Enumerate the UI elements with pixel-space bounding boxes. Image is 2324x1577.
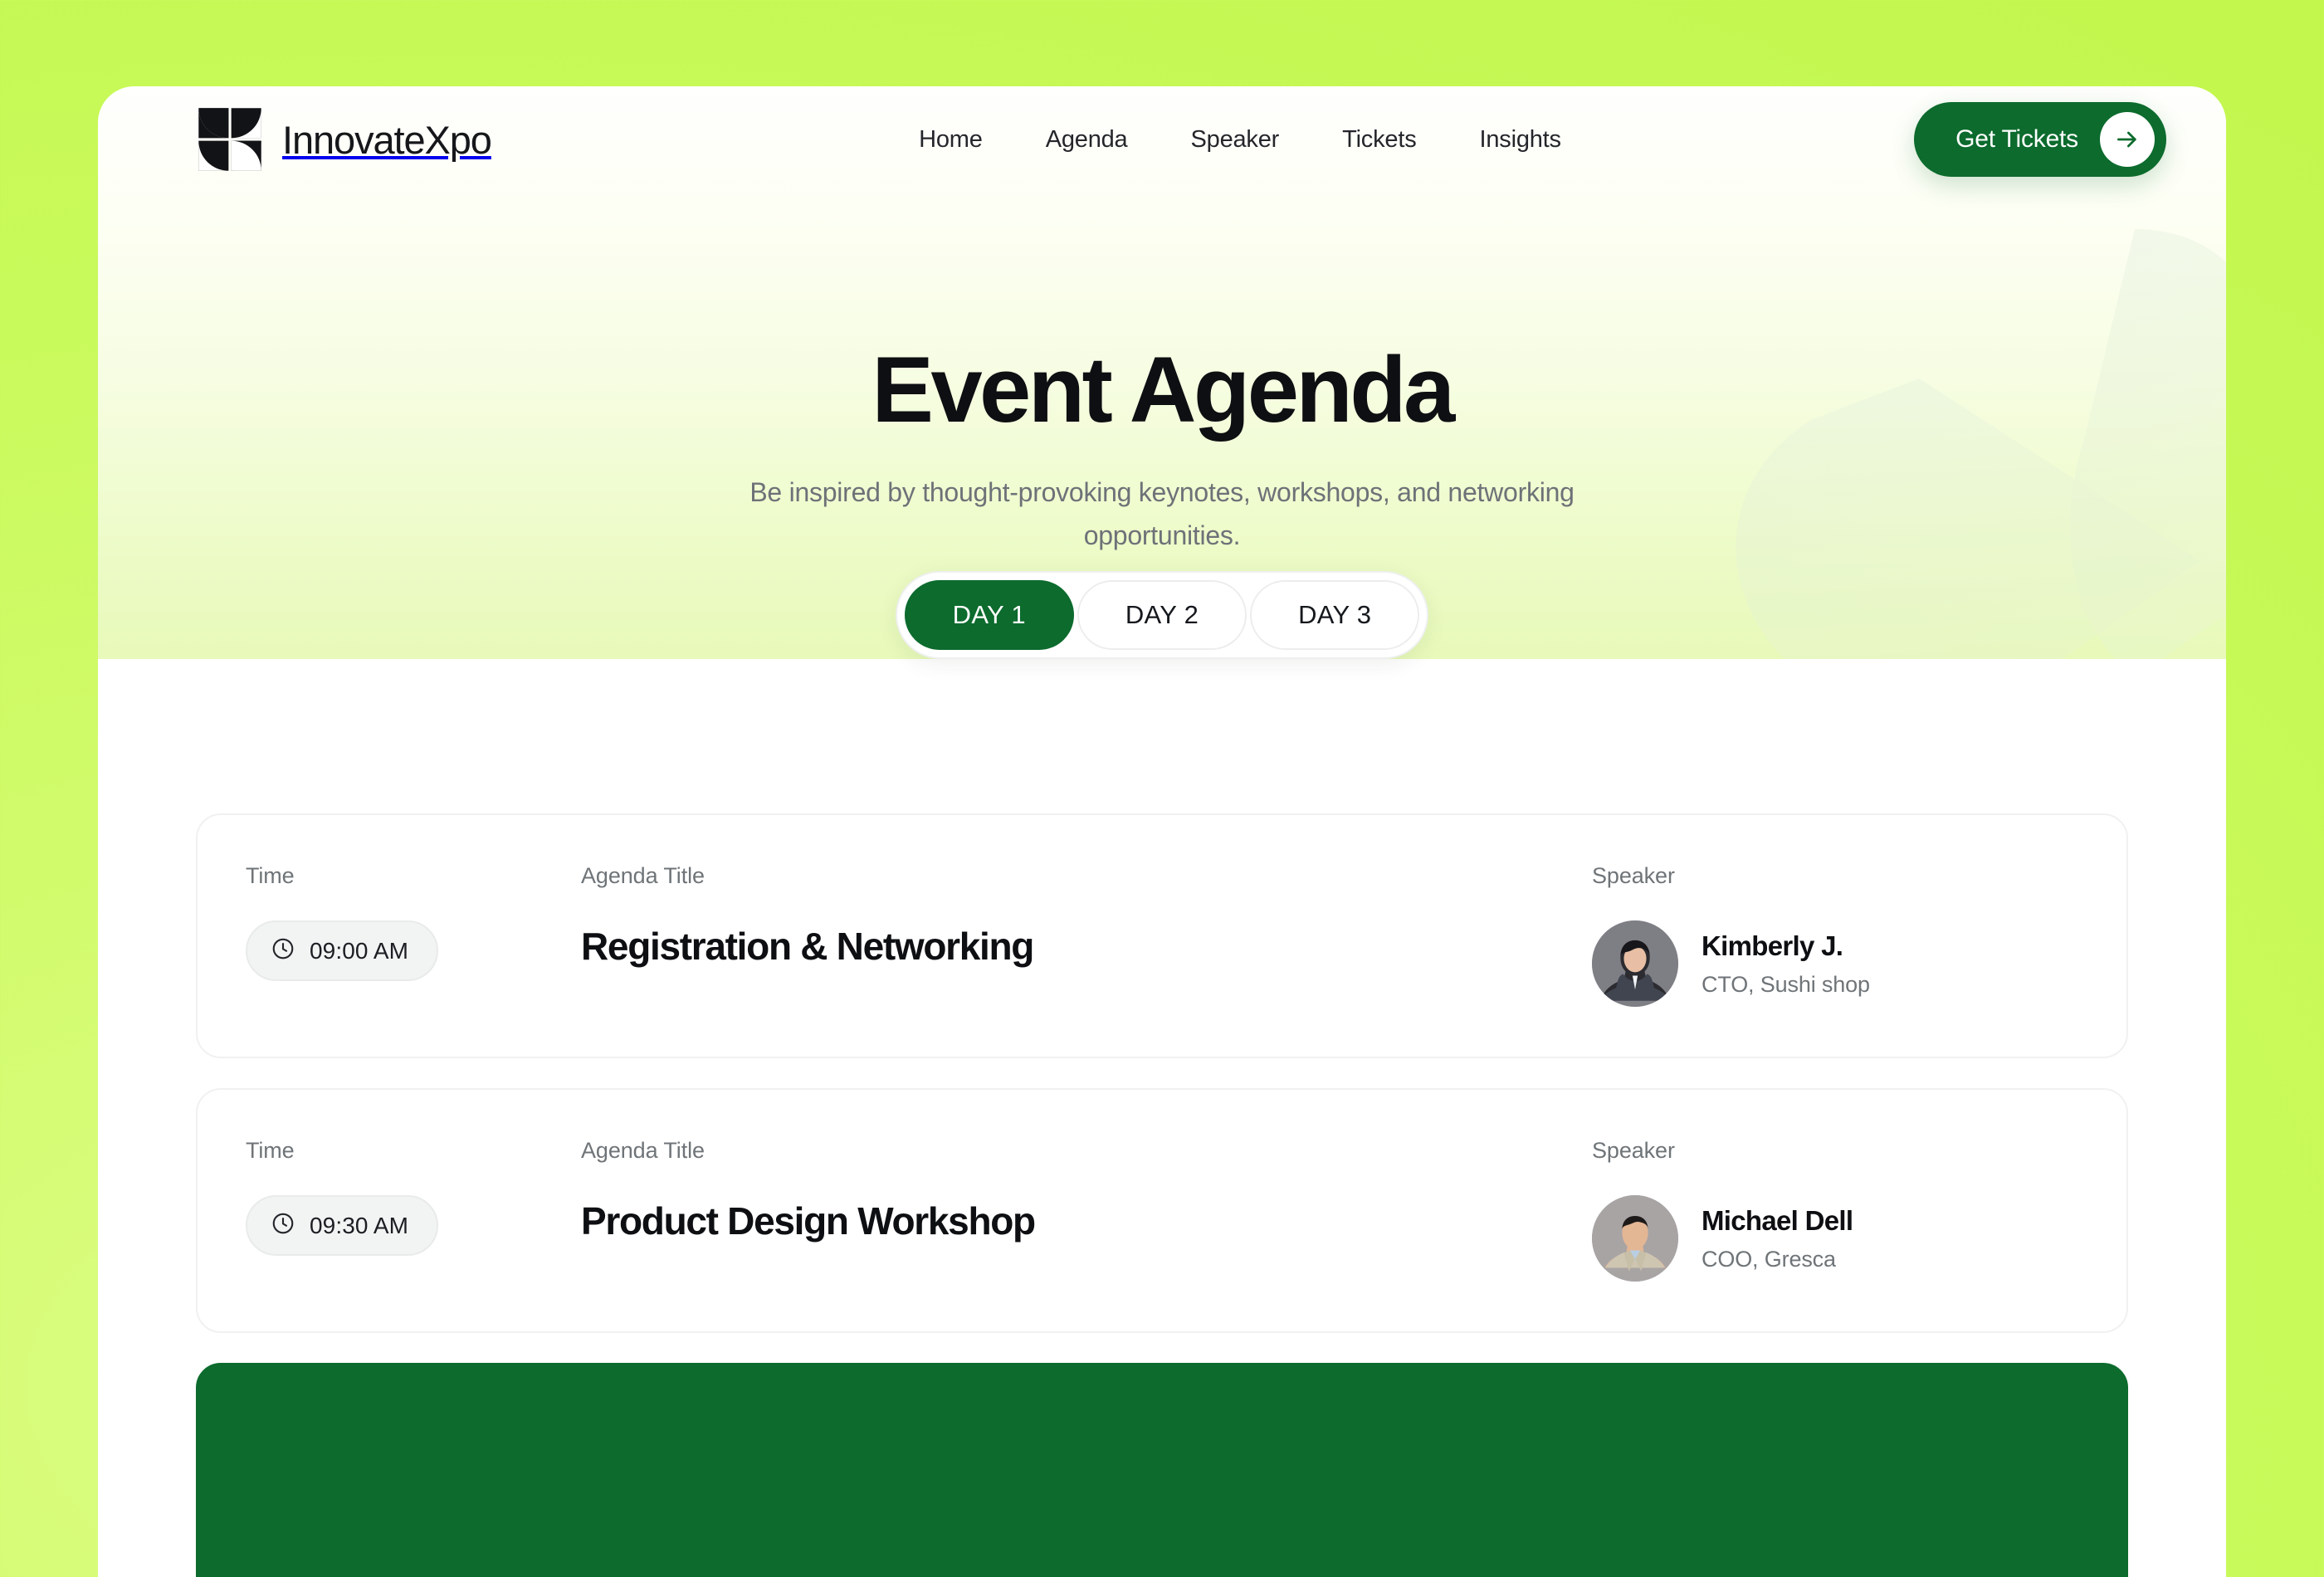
- pinwheel-flower-logo-icon: [198, 108, 261, 171]
- agenda-time-column: Time 09:00 AM: [246, 863, 581, 981]
- time-value: 09:00 AM: [310, 937, 409, 964]
- column-header-time: Time: [246, 863, 295, 888]
- avatar: [1592, 920, 1678, 1007]
- speaker-text: Kimberly J. CTO, Sushi shop: [1702, 930, 1870, 998]
- nav-item-insights[interactable]: Insights: [1448, 116, 1593, 164]
- get-tickets-label: Get Tickets: [1955, 125, 2078, 153]
- agenda-title-column: Agenda Title Product Design Workshop: [581, 1138, 1592, 1243]
- agenda-row[interactable]: Time 09:00 AM Agenda Title Registration …: [196, 813, 2128, 1058]
- column-header-speaker: Speaker: [1592, 863, 1675, 888]
- site-container: InnovateXpo Home Agenda Speaker Tickets …: [98, 86, 2226, 1577]
- column-header-agenda-title: Agenda Title: [581, 1138, 705, 1163]
- speaker-role: COO, Gresca: [1702, 1246, 1836, 1272]
- day-tabs-container: DAY 1 DAY 2 DAY 3: [98, 571, 2226, 659]
- agenda-row-highlighted[interactable]: [196, 1363, 2128, 1577]
- brand-logo-link[interactable]: InnovateXpo: [196, 105, 492, 173]
- agenda-list: Time 09:00 AM Agenda Title Registration …: [98, 659, 2226, 1577]
- column-header-speaker: Speaker: [1592, 1138, 1675, 1163]
- speaker-block: Kimberly J. CTO, Sushi shop: [1592, 920, 2077, 1007]
- page-title: Event Agenda: [872, 338, 1455, 442]
- agenda-row[interactable]: Time 09:30 AM Agenda Title Product Desig…: [196, 1088, 2128, 1333]
- main-navigation: Home Agenda Speaker Tickets Insights: [566, 116, 1914, 164]
- get-tickets-button[interactable]: Get Tickets: [1914, 102, 2166, 177]
- clock-icon: [271, 936, 295, 965]
- speaker-name: Kimberly J.: [1702, 930, 1843, 962]
- agenda-title: Registration & Networking: [581, 925, 1034, 968]
- time-badge: 09:30 AM: [246, 1195, 439, 1256]
- tab-day-2[interactable]: DAY 2: [1077, 580, 1247, 650]
- agenda-speaker-column: Speaker Michael Dell COO, Gresca: [1592, 1138, 2077, 1282]
- nav-item-speaker[interactable]: Speaker: [1160, 116, 1311, 164]
- clock-icon: [271, 1211, 295, 1240]
- tab-day-1[interactable]: DAY 1: [904, 580, 1074, 650]
- speaker-block: Michael Dell COO, Gresca: [1592, 1195, 2077, 1282]
- agenda-title: Product Design Workshop: [581, 1199, 1036, 1243]
- time-badge: 09:00 AM: [246, 920, 439, 981]
- hero-subtitle: Be inspired by thought-provoking keynote…: [749, 477, 1575, 551]
- column-header-agenda-title: Agenda Title: [581, 863, 705, 888]
- time-value: 09:30 AM: [310, 1212, 409, 1238]
- site-header: InnovateXpo Home Agenda Speaker Tickets …: [98, 86, 2226, 193]
- brand-name: InnovateXpo: [282, 117, 492, 162]
- column-header-time: Time: [246, 1138, 295, 1163]
- nav-item-agenda[interactable]: Agenda: [1014, 116, 1160, 164]
- agenda-speaker-column: Speaker Kimberly J. CTO, Sushi shop: [1592, 863, 2077, 1007]
- nav-item-tickets[interactable]: Tickets: [1311, 116, 1448, 164]
- day-tabs: DAY 1 DAY 2 DAY 3: [895, 571, 1429, 659]
- arrow-right-icon: [2100, 112, 2155, 167]
- agenda-title-column: Agenda Title Registration & Networking: [581, 863, 1592, 969]
- nav-item-home[interactable]: Home: [887, 116, 1014, 164]
- hero-content: Event Agenda Be inspired by thought-prov…: [98, 193, 2226, 558]
- speaker-role: CTO, Sushi shop: [1702, 971, 1870, 997]
- speaker-name: Michael Dell: [1702, 1205, 1853, 1237]
- agenda-time-column: Time 09:30 AM: [246, 1138, 581, 1256]
- avatar: [1592, 1195, 1678, 1282]
- tab-day-3[interactable]: DAY 3: [1250, 580, 1420, 650]
- speaker-text: Michael Dell COO, Gresca: [1702, 1204, 1853, 1272]
